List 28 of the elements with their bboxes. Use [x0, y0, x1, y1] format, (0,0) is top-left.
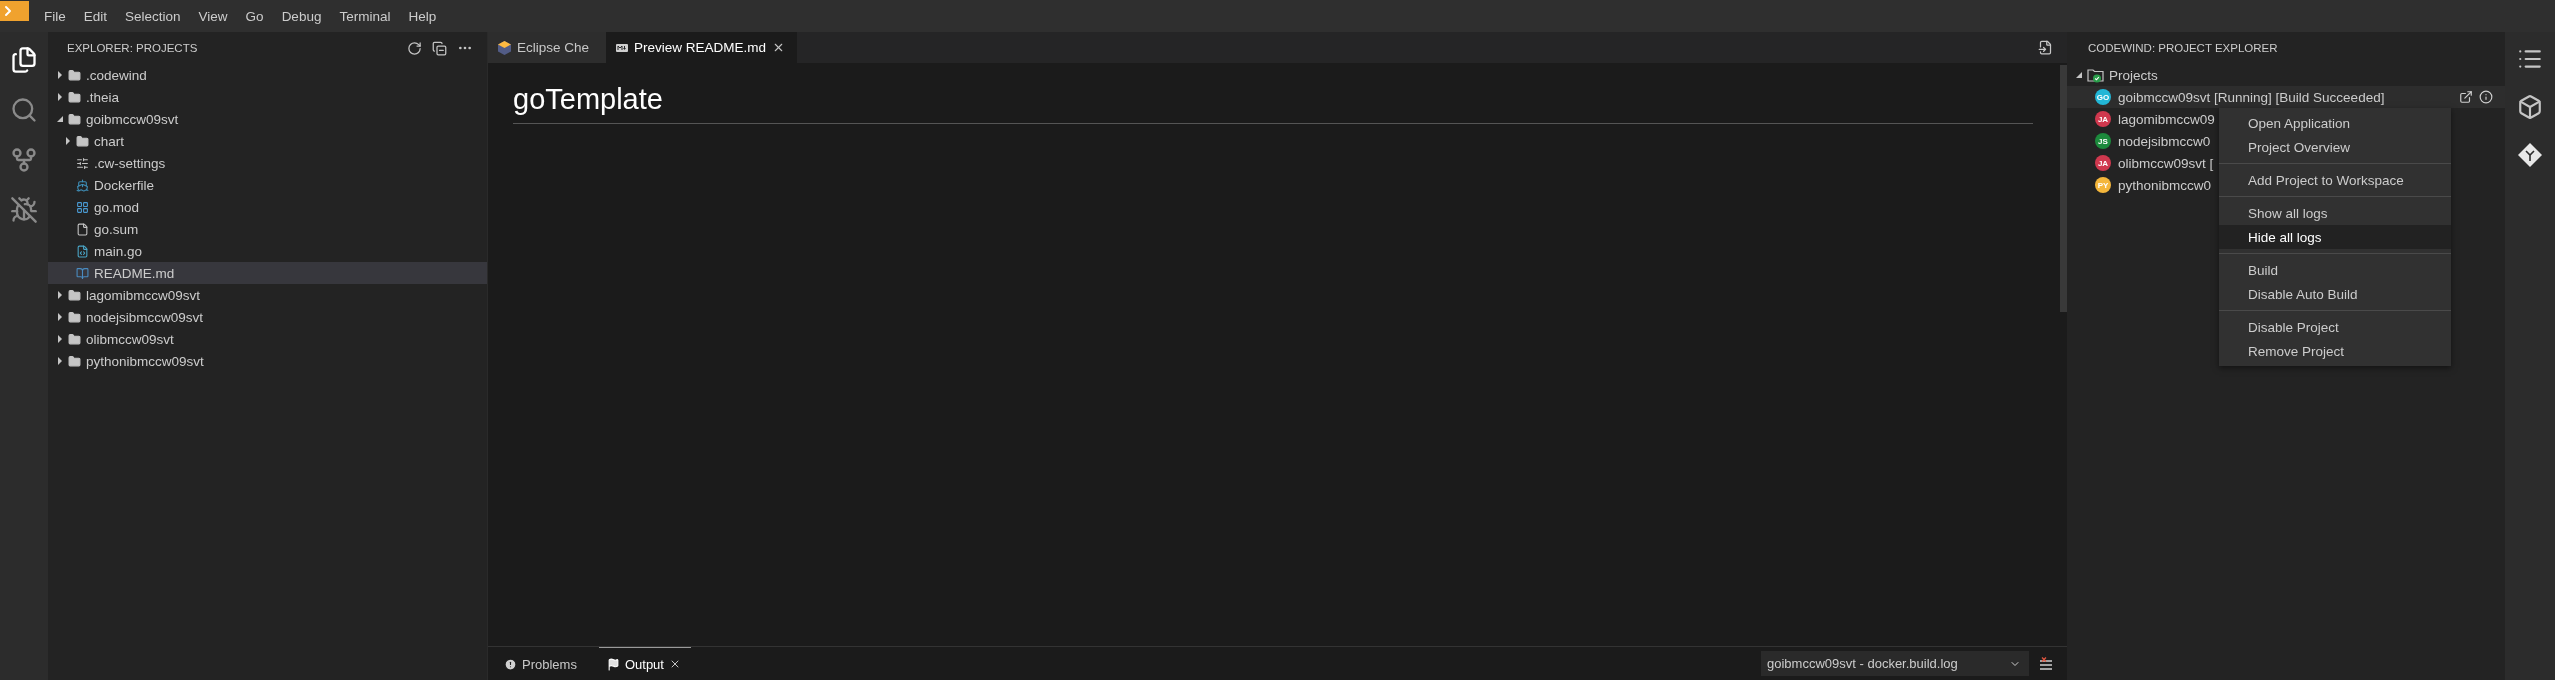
language-badge: JA: [2095, 111, 2111, 127]
panel-title: CODEWIND: PROJECT EXPLORER: [2088, 42, 2279, 54]
language-badge: PY: [2095, 177, 2111, 193]
project-name: nodejsibmccw0: [2118, 133, 2211, 149]
file-name: .theia: [86, 89, 120, 105]
file-name: nodejsibmccw09svt: [86, 309, 204, 325]
project-name: pythonibmccw0: [2118, 177, 2212, 193]
file-name: lagomibmccw09svt: [86, 287, 201, 303]
file-name: README.md: [94, 265, 175, 281]
language-badge: JS: [2095, 133, 2111, 149]
file-name: .codewind: [86, 67, 147, 83]
file-name: go.sum: [94, 221, 139, 237]
project-name: lagomibmccw09: [2118, 111, 2215, 127]
file-name: Dockerfile: [94, 177, 155, 193]
file-name: goibmccw09svt: [86, 111, 179, 127]
project-name: olibmccw09svt [: [2118, 155, 2214, 171]
preview-heading: goTemplate: [513, 81, 2033, 124]
panel-title: EXPLORER: PROJECTS: [67, 42, 199, 54]
language-badge: GO: [2095, 89, 2111, 105]
file-name: .cw-settings: [94, 155, 166, 171]
root-label: Projects: [2109, 67, 2158, 83]
file-name: chart: [94, 133, 124, 149]
file-name: main.go: [94, 243, 143, 259]
project-name: goibmccw09svt [Running] [Build Succeeded]: [2118, 89, 2385, 105]
file-name: olibmccw09svt: [86, 331, 174, 347]
language-badge: JA: [2095, 155, 2111, 171]
file-name: go.mod: [94, 199, 140, 215]
file-name: pythonibmccw09svt: [86, 353, 204, 369]
